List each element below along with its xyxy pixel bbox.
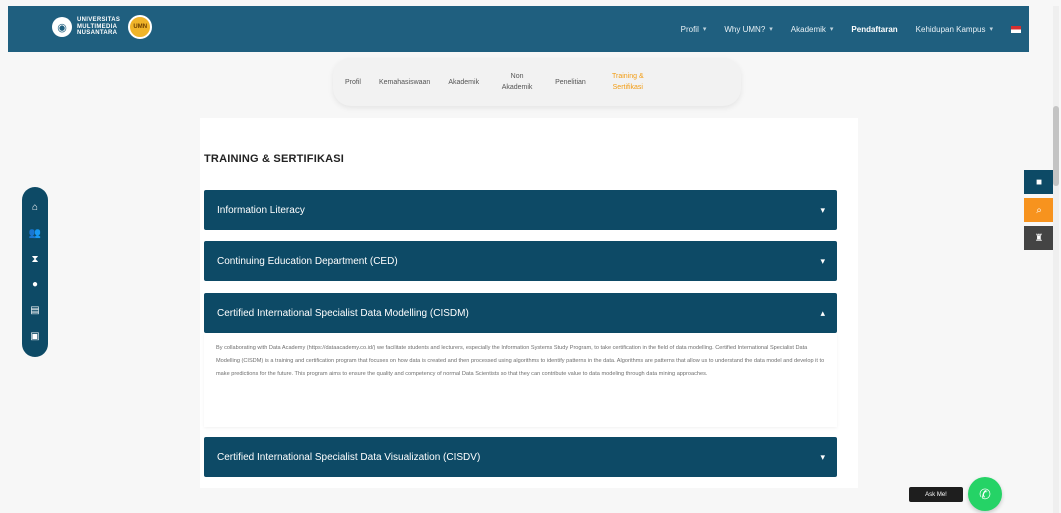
- section-subtabs: Profil Kemahasiswaan Akademik Non Akadem…: [333, 58, 741, 106]
- accordion-ced[interactable]: Continuing Education Department (CED) ▾: [204, 241, 837, 281]
- nav-item-profil[interactable]: Profil ▾: [681, 25, 707, 34]
- nav-item-kehidupan-kampus[interactable]: Kehidupan Kampus ▾: [916, 25, 993, 34]
- subtab-akademik[interactable]: Akademik: [448, 77, 479, 88]
- hourglass-icon[interactable]: ⧗: [28, 252, 42, 266]
- chevron-down-icon: ▾: [820, 204, 825, 215]
- logo-line-1: UNIVERSITAS: [77, 17, 121, 24]
- subtab-training-sertifikasi[interactable]: Training & Sertifikasi: [604, 71, 652, 93]
- accordion-cisdm[interactable]: Certified International Specialist Data …: [204, 293, 837, 333]
- subtab-penelitian[interactable]: Penelitian: [555, 77, 586, 88]
- floating-quick-menu: ⌂ 👥 ⧗ ● ▤ ▣: [22, 187, 48, 357]
- whatsapp-icon: ✆: [979, 485, 991, 502]
- nav-label: Why UMN?: [724, 24, 766, 34]
- accreditation-badge: UMN: [128, 15, 153, 39]
- accordion-title: Continuing Education Department (CED): [217, 255, 398, 267]
- umn-logo[interactable]: ◉ UNIVERSITAS MULTIMEDIA NUSANTARA UMN: [52, 15, 153, 39]
- accordion-title: Certified International Specialist Data …: [217, 307, 469, 319]
- whatsapp-button[interactable]: ✆: [968, 477, 1002, 511]
- subtab-non-akademik[interactable]: Non Akademik: [497, 71, 537, 93]
- accordion-title: Information Literacy: [217, 204, 305, 216]
- chevron-down-icon: ▾: [702, 26, 707, 33]
- page-scrollbar[interactable]: [1053, 6, 1059, 513]
- chevron-down-icon: ▾: [820, 255, 825, 266]
- subtab-profil[interactable]: Profil: [345, 77, 361, 88]
- site-header: ◉ UNIVERSITAS MULTIMEDIA NUSANTARA UMN P…: [8, 6, 1029, 52]
- chevron-down-icon: ▾: [989, 26, 993, 33]
- scrollbar-thumb[interactable]: [1053, 106, 1059, 186]
- nav-label: Kehidupan Kampus: [915, 24, 986, 34]
- chat-bubble-button[interactable]: ■: [1024, 170, 1054, 194]
- nav-label: Profil: [680, 24, 699, 34]
- logo-text: UNIVERSITAS MULTIMEDIA NUSANTARA: [77, 17, 120, 37]
- chevron-down-icon: ▾: [829, 26, 834, 33]
- accordion-cisdv[interactable]: Certified International Specialist Data …: [204, 437, 837, 477]
- users-icon[interactable]: 👥: [28, 226, 42, 240]
- trophy-icon: ♜: [1034, 232, 1044, 244]
- logo-line-3: NUSANTARA: [77, 30, 118, 37]
- search-icon: ⌕: [1036, 204, 1042, 216]
- page-title: TRAINING & SERTIFIKASI: [204, 153, 345, 165]
- chat-label[interactable]: Ask Me!: [909, 487, 963, 502]
- language-flag-icon[interactable]: [1011, 25, 1021, 33]
- nav-item-pendaftaran[interactable]: Pendaftaran: [851, 25, 897, 34]
- book-icon[interactable]: ▤: [28, 303, 42, 317]
- main-nav: Profil ▾ Why UMN? ▾ Akademik ▾ Pendaftar…: [663, 6, 1021, 52]
- home-icon[interactable]: ⌂: [28, 201, 42, 215]
- chevron-down-icon: ▾: [769, 26, 773, 33]
- nav-label: Akademik: [790, 24, 826, 34]
- person-icon[interactable]: ●: [28, 278, 42, 292]
- nav-item-why-umn[interactable]: Why UMN? ▾: [724, 25, 772, 34]
- logo-emblem-icon: ◉: [52, 17, 72, 37]
- nav-label: Pendaftaran: [851, 24, 898, 34]
- subtab-kemahasiswaan[interactable]: Kemahasiswaan: [379, 77, 430, 88]
- chevron-up-icon: ▴: [820, 307, 825, 318]
- nav-item-akademik[interactable]: Akademik ▾: [791, 25, 834, 34]
- chat-bubble-icon: ■: [1035, 176, 1043, 188]
- accordion-information-literacy[interactable]: Information Literacy ▾: [204, 190, 837, 230]
- clipboard-icon[interactable]: ▣: [28, 329, 42, 343]
- search-button[interactable]: ⌕: [1024, 198, 1054, 222]
- accordion-cisdm-body: By collaborating with Data Academy (http…: [204, 333, 837, 427]
- trophy-button[interactable]: ♜: [1024, 226, 1054, 250]
- chevron-down-icon: ▾: [820, 451, 825, 462]
- accordion-title: Certified International Specialist Data …: [217, 451, 481, 463]
